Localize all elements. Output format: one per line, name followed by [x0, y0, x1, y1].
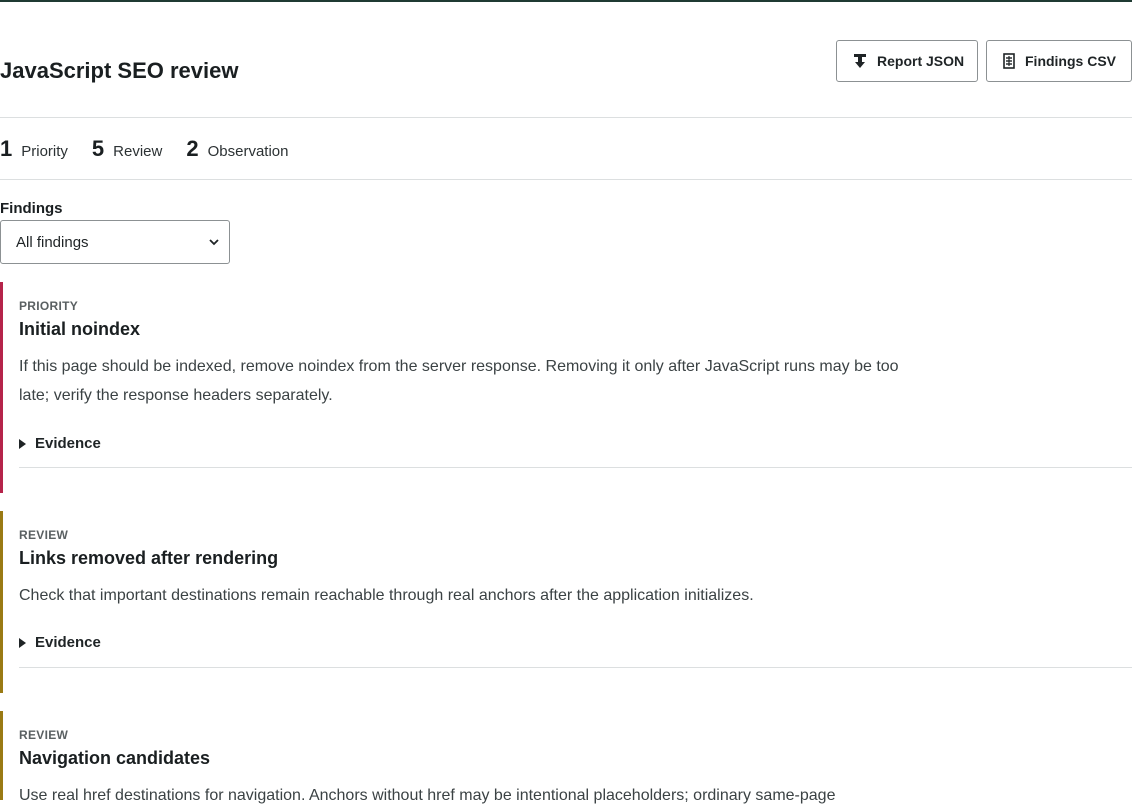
report-json-button[interactable]: Report JSON — [836, 40, 978, 82]
triangle-right-icon — [19, 438, 26, 449]
report-json-label: Report JSON — [877, 53, 965, 69]
download-icon — [854, 54, 866, 68]
summary-count: 5 — [91, 136, 105, 161]
summary-label: Review — [113, 143, 163, 160]
findings-filter-label: Findings — [0, 200, 63, 217]
header-divider — [0, 117, 1132, 118]
summary-review: 5 Review — [92, 136, 162, 162]
triangle-right-icon — [19, 637, 26, 648]
findings-csv-button[interactable]: Findings CSV — [986, 40, 1132, 82]
finding-divider — [19, 667, 1132, 668]
finding-title: Navigation candidates — [19, 748, 211, 768]
summary-count: 1 — [0, 136, 13, 161]
summary-observation: 2 Observation — [186, 136, 288, 162]
evidence-toggle[interactable]: Evidence — [19, 435, 101, 452]
summary-label: Priority — [21, 143, 68, 160]
finding-description: If this page should be indexed, remove n… — [19, 358, 899, 404]
findings-filter-value: All findings — [16, 233, 89, 251]
summary-divider — [0, 179, 1132, 180]
page-header: JavaScript SEO review Report JSON Findin… — [0, 40, 1132, 100]
finding-card: REVIEW Navigation candidates Use real hr… — [0, 711, 1132, 804]
top-rule — [0, 0, 1132, 2]
evidence-label: Evidence — [35, 634, 101, 651]
summary-label: Observation — [207, 143, 289, 160]
page-title: JavaScript SEO review — [0, 58, 239, 83]
spreadsheet-icon — [1003, 53, 1015, 69]
finding-severity: PRIORITY — [19, 299, 79, 313]
evidence-toggle[interactable]: Evidence — [19, 634, 101, 651]
finding-divider — [19, 467, 1132, 468]
summary-count: 2 — [186, 136, 199, 161]
findings-csv-label: Findings CSV — [1025, 53, 1116, 69]
finding-severity: REVIEW — [19, 528, 69, 542]
finding-title: Links removed after rendering — [19, 548, 279, 568]
finding-card: REVIEW Links removed after rendering Che… — [0, 511, 1132, 693]
chevron-down-icon — [209, 238, 219, 245]
finding-card: PRIORITY Initial noindex If this page sh… — [0, 282, 1132, 493]
finding-title: Initial noindex — [19, 319, 141, 339]
summary-priority: 1 Priority — [0, 136, 68, 162]
finding-description: Use real href destinations for navigatio… — [19, 787, 836, 804]
severity-summary: 1 Priority 5 Review 2 Observation — [0, 136, 312, 166]
findings-filter-select[interactable]: All findings — [0, 220, 230, 264]
evidence-label: Evidence — [35, 435, 101, 452]
finding-description: Check that important destinations remain… — [19, 587, 754, 604]
finding-severity: REVIEW — [19, 728, 69, 742]
